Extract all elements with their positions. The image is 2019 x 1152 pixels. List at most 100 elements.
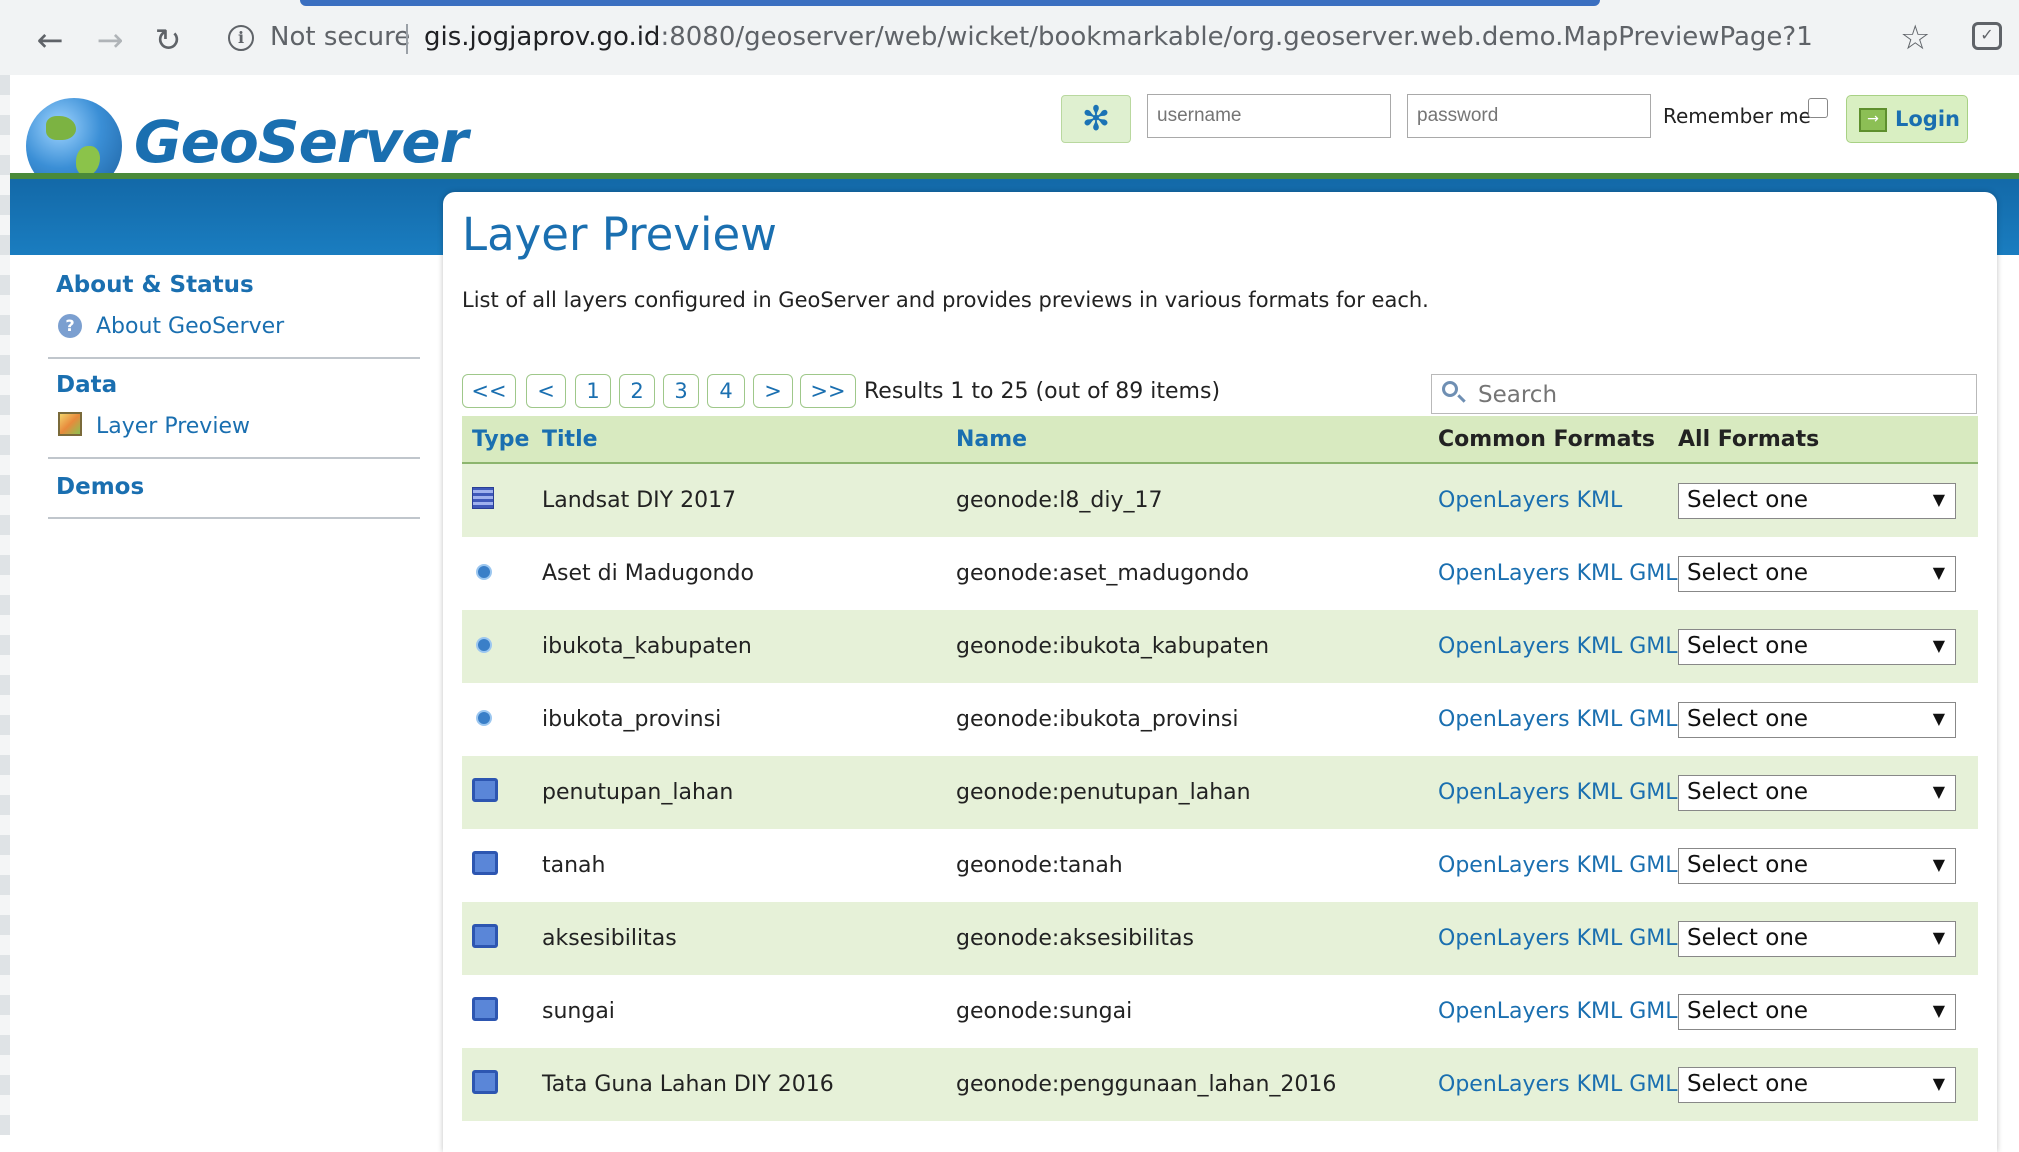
format-select[interactable]: Select one ▼ [1678,993,1956,1030]
forward-arrow-icon[interactable]: → [88,18,132,62]
pager-prev-button[interactable]: < [526,374,566,408]
remember-me-checkbox[interactable] [1808,98,1828,118]
sidebar-item-about-geoserver[interactable]: About GeoServer [96,314,284,339]
dropdown-arrow-icon: ▼ [1932,1000,1945,1020]
format-link-gml[interactable]: GML [1629,707,1677,732]
format-link-kml[interactable]: KML [1577,999,1623,1024]
format-link-gml[interactable]: GML [1629,853,1677,878]
format-link-gml[interactable]: GML [1629,561,1677,586]
pager-page-1[interactable]: 1 [575,374,611,408]
layer-name: geonode:l8_diy_17 [956,463,1438,537]
format-link-kml[interactable]: KML [1577,561,1623,586]
format-link-openlayers[interactable]: OpenLayers [1438,853,1570,878]
sidebar-item-layer-preview[interactable]: Layer Preview [96,414,250,439]
column-header-all-formats: All Formats [1678,416,1978,464]
language-snowflake-button[interactable]: ✻ [1061,95,1131,143]
format-link-kml[interactable]: KML [1577,634,1623,659]
format-link-openlayers[interactable]: OpenLayers [1438,780,1570,805]
all-formats-cell: Select one ▼ [1678,1048,1978,1121]
format-link-openlayers[interactable]: OpenLayers [1438,707,1570,732]
format-link-kml[interactable]: KML [1577,780,1623,805]
dropdown-arrow-icon: ▼ [1932,635,1945,655]
layer-table: Type Title Name Common Formats All Forma… [462,416,1978,1121]
search-input[interactable] [1476,379,1960,411]
format-link-gml[interactable]: GML [1629,926,1677,951]
pager-page-4[interactable]: 4 [707,374,745,408]
format-select-value: Select one [1687,997,1809,1024]
sidebar-section-data: Data [56,372,118,398]
reload-icon[interactable]: ↻ [146,18,190,62]
dropdown-arrow-icon: ▼ [1932,708,1945,728]
format-link-gml[interactable]: GML [1629,634,1677,659]
page-description: List of all layers configured in GeoServ… [462,288,1429,312]
column-header-title[interactable]: Title [542,416,956,464]
format-select[interactable]: Select one ▼ [1678,701,1956,738]
layer-name: geonode:ibukota_provinsi [956,683,1438,756]
format-link-gml[interactable]: GML [1629,999,1677,1024]
format-link-gml[interactable]: GML [1629,780,1677,805]
url-text[interactable]: gis.jogjaprov.go.id:8080/geoserver/web/w… [424,22,1813,52]
pager-first-button[interactable]: << [462,374,516,408]
table-header-row: Type Title Name Common Formats All Forma… [462,416,1978,464]
polygon-layer-icon [472,996,498,1021]
type-cell [462,829,542,902]
search-icon [1442,381,1458,397]
format-link-openlayers[interactable]: OpenLayers [1438,488,1570,513]
pocket-extension-icon[interactable]: ✓ [1972,22,2002,50]
layer-title: ibukota_provinsi [542,683,956,756]
login-button[interactable]: → Login [1846,95,1968,143]
all-formats-cell: Select one ▼ [1678,756,1978,829]
column-header-name[interactable]: Name [956,416,1438,464]
format-select[interactable]: Select one ▼ [1678,1066,1956,1103]
dropdown-arrow-icon: ▼ [1932,489,1945,509]
format-select-value: Select one [1687,924,1809,951]
common-formats-cell: OpenLayers KML GML [1438,537,1678,610]
password-input[interactable] [1407,94,1651,138]
format-link-openlayers[interactable]: OpenLayers [1438,561,1570,586]
pager-next-button[interactable]: > [753,374,793,408]
point-layer-icon [476,637,492,653]
format-link-kml[interactable]: KML [1577,707,1623,732]
pager-page-3[interactable]: 3 [663,374,699,408]
format-select[interactable]: Select one ▼ [1678,628,1956,665]
back-arrow-icon[interactable]: ← [28,18,72,62]
format-link-kml[interactable]: KML [1577,488,1623,513]
column-header-type[interactable]: Type [462,416,542,464]
format-select[interactable]: Select one ▼ [1678,482,1956,519]
format-select[interactable]: Select one ▼ [1678,774,1956,811]
sidebar-divider [48,357,420,359]
security-label[interactable]: Not secure [270,22,410,52]
url-host: gis.jogjaprov.go.id [424,22,661,52]
format-link-openlayers[interactable]: OpenLayers [1438,926,1570,951]
layer-title: Landsat DIY 2017 [542,463,956,537]
sidebar-section-demos[interactable]: Demos [56,474,144,500]
bookmark-star-icon[interactable]: ☆ [1900,18,1930,58]
raster-layer-icon [472,486,494,509]
format-select[interactable]: Select one ▼ [1678,555,1956,592]
browser-toolbar: ← → ↻ i Not secure gis.jogjaprov.go.id:8… [0,0,2019,76]
search-box[interactable] [1431,374,1977,414]
layer-name: geonode:penggunaan_lahan_2016 [956,1048,1438,1121]
format-link-kml[interactable]: KML [1577,853,1623,878]
username-input[interactable] [1147,94,1391,138]
all-formats-cell: Select one ▼ [1678,902,1978,975]
format-select[interactable]: Select one ▼ [1678,847,1956,884]
address-separator [406,24,408,54]
pager-page-2[interactable]: 2 [619,374,655,408]
common-formats-cell: OpenLayers KML GML [1438,1048,1678,1121]
format-link-kml[interactable]: KML [1577,926,1623,951]
info-icon[interactable]: i [228,25,254,51]
common-formats-cell: OpenLayers KML GML [1438,902,1678,975]
format-select[interactable]: Select one ▼ [1678,920,1956,957]
format-link-kml[interactable]: KML [1577,1072,1623,1097]
logo-text[interactable]: GeoServer [134,108,468,176]
sidebar-divider [48,457,420,459]
format-link-openlayers[interactable]: OpenLayers [1438,999,1570,1024]
format-link-gml[interactable]: GML [1629,1072,1677,1097]
format-link-openlayers[interactable]: OpenLayers [1438,634,1570,659]
polygon-layer-icon [472,777,498,802]
format-select-value: Select one [1687,559,1809,586]
pager-last-button[interactable]: >> [800,374,856,408]
format-link-openlayers[interactable]: OpenLayers [1438,1072,1570,1097]
info-icon: ? [58,314,82,338]
